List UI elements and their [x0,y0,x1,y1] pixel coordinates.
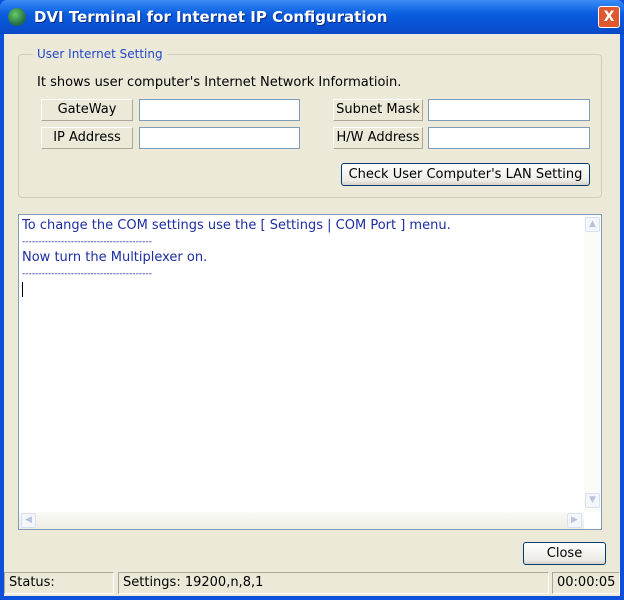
terminal-line: ---------------------------------------- [22,237,152,247]
terminal-line: To change the COM settings use the [ Set… [22,218,451,233]
gateway-label: GateWay [41,99,133,121]
terminal-line: ---------------------------------------- [22,269,152,279]
status-label: Status: [4,572,114,594]
group-legend: User Internet Setting [33,47,167,61]
check-lan-setting-button[interactable]: Check User Computer's LAN Setting [341,163,590,186]
main-window: DVI Terminal for Internet IP Configurati… [0,0,624,600]
terminal-output[interactable]: To change the COM settings use the [ Set… [18,214,602,530]
subnet-mask-field[interactable] [428,99,590,121]
window-close-button[interactable]: X [598,6,620,28]
terminal-line: Now turn the Multiplexer on. [22,250,208,265]
window-title: DVI Terminal for Internet IP Configurati… [34,8,388,26]
scroll-left-arrow-icon[interactable]: ◀ [21,513,36,528]
hw-address-field[interactable] [428,127,590,149]
ip-address-label: IP Address [41,127,133,149]
elapsed-time: 00:00:05 [552,572,620,594]
subnet-mask-label: Subnet Mask [333,99,423,121]
scroll-up-arrow-icon[interactable]: ▲ [585,217,600,232]
info-text: It shows user computer's Internet Networ… [37,75,402,90]
gateway-field[interactable] [139,99,300,121]
title-bar[interactable]: DVI Terminal for Internet IP Configurati… [0,0,624,34]
vertical-scrollbar[interactable]: ▲ ▼ [584,215,601,512]
port-settings-status: Settings: 19200,n,8,1 [118,572,549,594]
scroll-down-arrow-icon[interactable]: ▼ [585,493,600,508]
terminal-lines: To change the COM settings use the [ Set… [22,218,451,302]
close-button[interactable]: Close [523,542,606,565]
scroll-right-arrow-icon[interactable]: ▶ [567,513,582,528]
app-globe-icon [8,8,26,26]
user-internet-setting-group: User Internet Setting It shows user comp… [18,47,602,198]
hw-address-label: H/W Address [333,127,423,149]
text-caret [22,282,23,297]
horizontal-scrollbar[interactable]: ◀ ▶ [19,512,584,529]
ip-address-field[interactable] [139,127,300,149]
